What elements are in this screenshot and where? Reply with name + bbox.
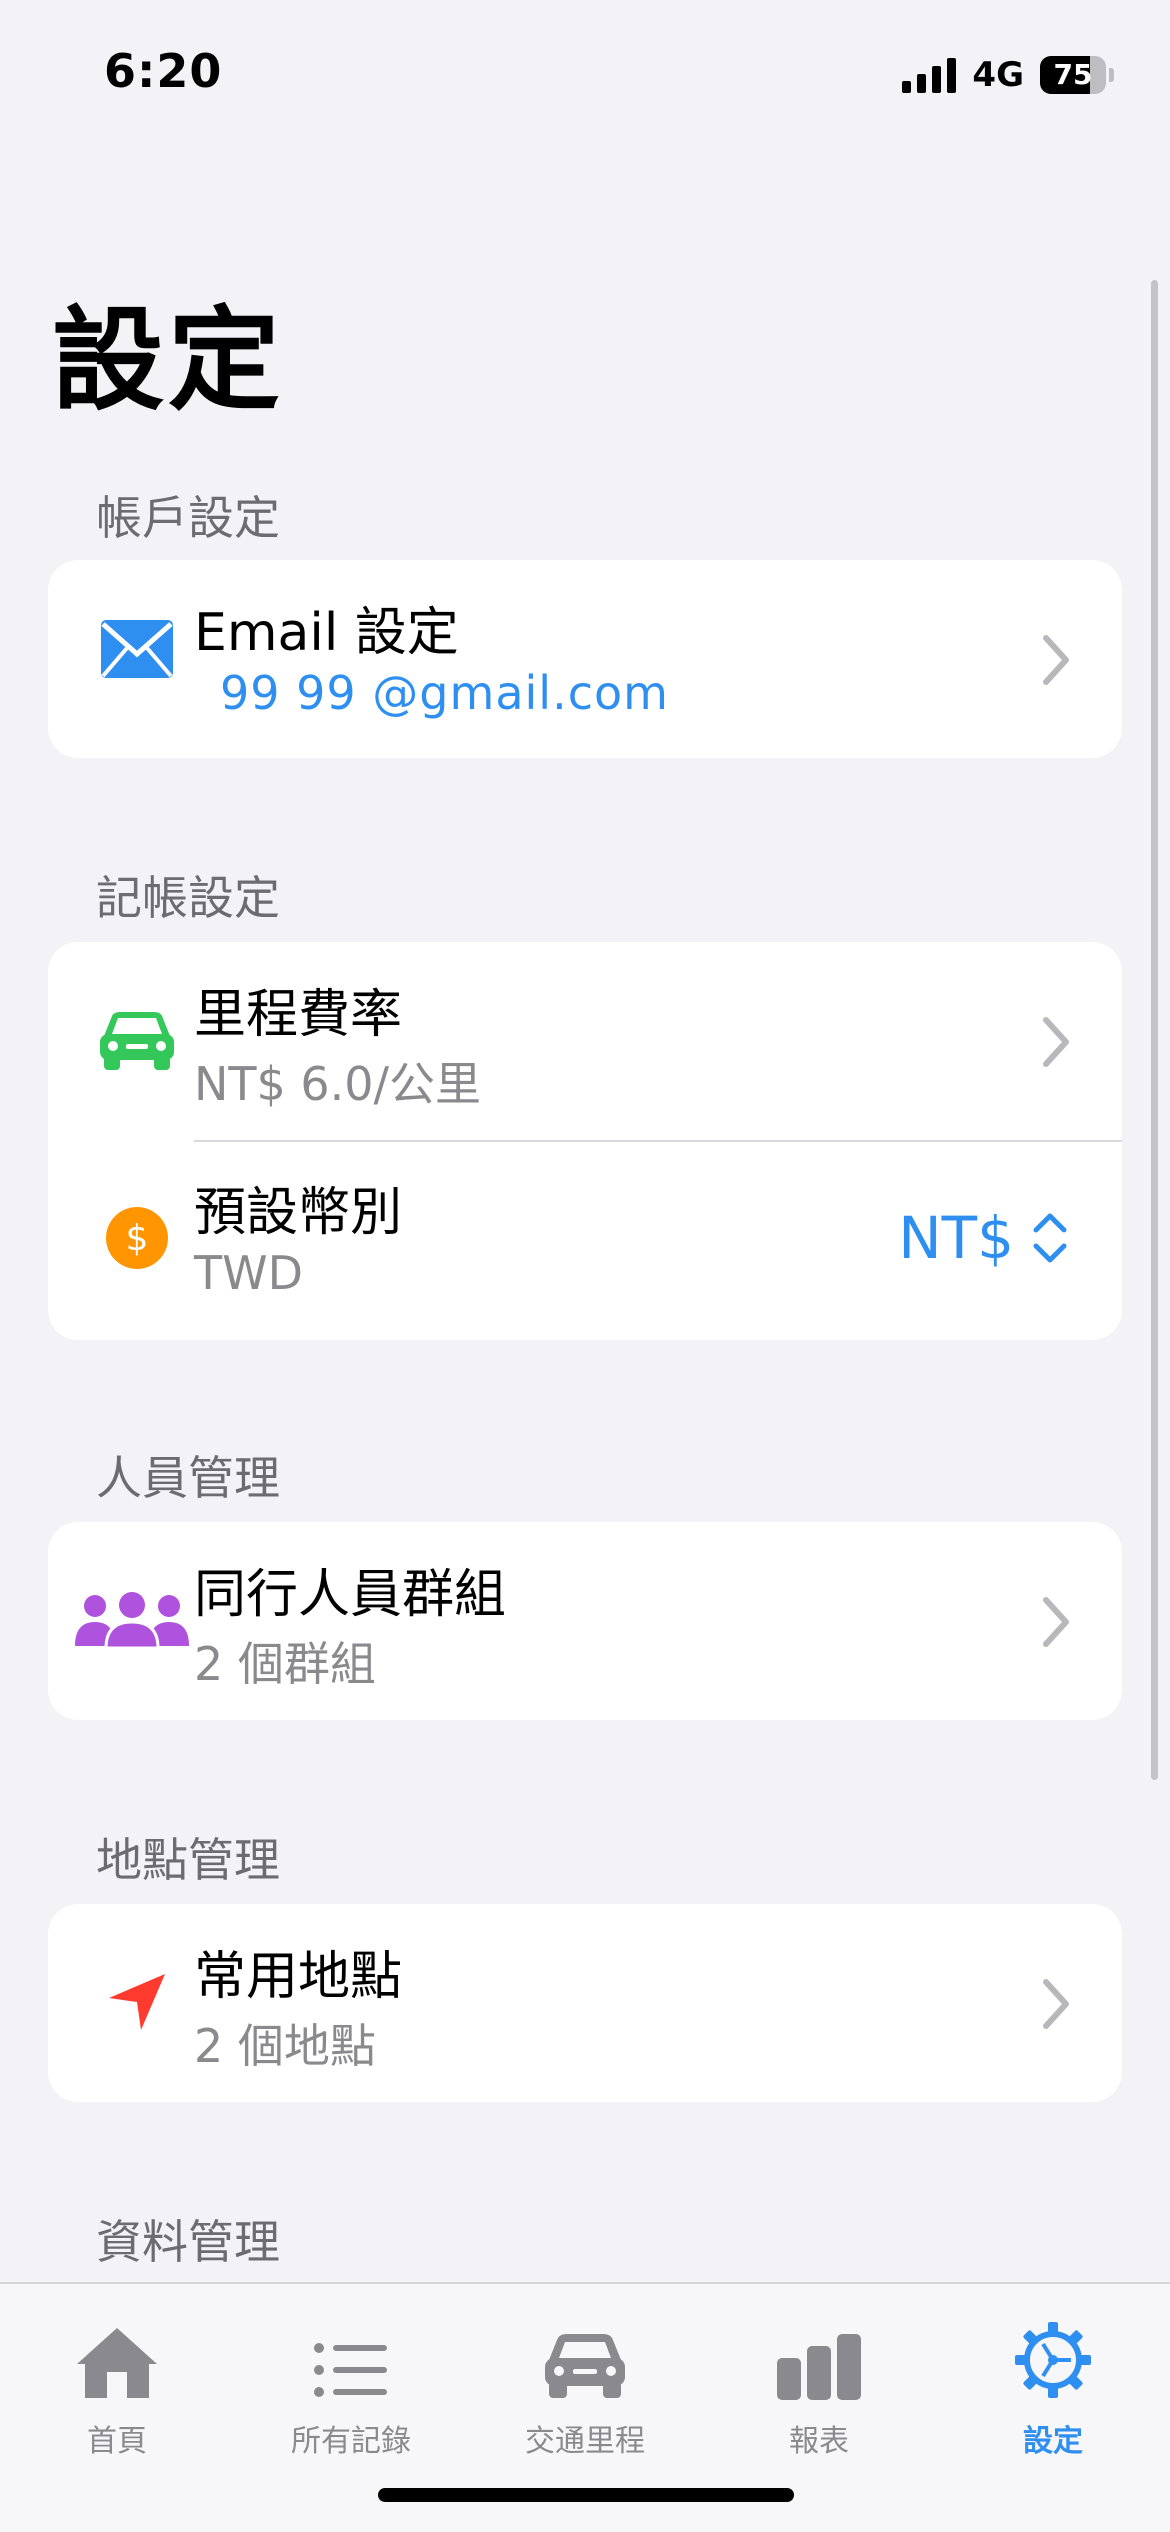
- signal-icon: [902, 57, 957, 93]
- companion-groups-row[interactable]: 同行人員群組 2 個群組: [48, 1522, 1122, 1720]
- card-places: 常用地點 2 個地點: [48, 1904, 1122, 2102]
- frequent-places-row[interactable]: 常用地點 2 個地點: [48, 1904, 1122, 2102]
- page-title: 設定: [52, 296, 284, 426]
- section-header-account: 帳戶設定: [96, 491, 280, 545]
- section-header-bookkeeping: 記帳設定: [96, 871, 280, 925]
- tab-all-records[interactable]: 所有記錄: [234, 2300, 468, 2470]
- chevron-right-icon: [1043, 1017, 1069, 1067]
- people-icon: [72, 1592, 192, 1648]
- mileage-rate-value: NT$ 6.0/公里: [194, 1057, 482, 1111]
- default-currency-code: TWD: [194, 1246, 304, 1300]
- tab-label: 首頁: [87, 2424, 147, 2459]
- card-account: Email 設定 99 99 @gmail.com: [48, 560, 1122, 758]
- tab-label: 所有記錄: [291, 2424, 411, 2459]
- gear-icon: [936, 2300, 1170, 2400]
- mileage-rate-row[interactable]: 里程費率 NT$ 6.0/公里: [48, 942, 1122, 1140]
- section-header-people: 人員管理: [96, 1451, 280, 1505]
- battery-level: 75: [1053, 58, 1093, 91]
- status-time: 6:20: [104, 44, 223, 98]
- frequent-places-count: 2 個地點: [194, 2019, 376, 2073]
- tab-home[interactable]: 首頁: [0, 2300, 234, 2470]
- tab-mileage[interactable]: 交通里程: [468, 2300, 702, 2470]
- chevron-up-down-icon: [1033, 1213, 1067, 1263]
- section-header-data: 資料管理: [96, 2215, 280, 2269]
- tab-label: 交通里程: [525, 2424, 645, 2459]
- status-indicators: 4G 75: [902, 52, 1114, 98]
- battery-icon: 75: [1040, 56, 1114, 94]
- card-people: 同行人員群組 2 個群組: [48, 1522, 1122, 1720]
- bar-chart-icon: [702, 2300, 936, 2400]
- tab-settings[interactable]: 設定: [936, 2300, 1170, 2470]
- house-icon: [0, 2300, 234, 2400]
- section-header-places: 地點管理: [96, 1833, 280, 1887]
- car-icon: [468, 2300, 702, 2400]
- tab-reports[interactable]: 報表: [702, 2300, 936, 2470]
- currency-picker[interactable]: NT$: [898, 1204, 1068, 1272]
- tab-label: 設定: [1023, 2424, 1083, 2459]
- chevron-right-icon: [1043, 1979, 1069, 2029]
- network-type: 4G: [972, 55, 1024, 95]
- companion-groups-title: 同行人員群組: [194, 1565, 507, 1625]
- email-address: 99 99 @gmail.com: [220, 666, 669, 720]
- email-settings-title: Email 設定: [194, 603, 459, 663]
- mileage-rate-title: 里程費率: [194, 985, 403, 1045]
- card-bookkeeping: 里程費率 NT$ 6.0/公里 $ 預設幣別 TWD NT$: [48, 942, 1122, 1340]
- car-icon: [92, 1010, 182, 1072]
- home-indicator: [378, 2488, 794, 2502]
- chevron-right-icon: [1043, 635, 1069, 685]
- envelope-icon: [92, 618, 182, 680]
- frequent-places-title: 常用地點: [194, 1947, 403, 2007]
- status-bar: 6:20 4G 75: [0, 0, 1170, 150]
- chevron-right-icon: [1043, 1597, 1069, 1647]
- scroll-indicator[interactable]: [1151, 280, 1158, 1780]
- location-arrow-icon: [92, 1972, 182, 2032]
- list-icon: [234, 2300, 468, 2400]
- companion-groups-count: 2 個群組: [194, 1637, 376, 1691]
- svg-text:$: $: [126, 1218, 149, 1259]
- default-currency-row[interactable]: $ 預設幣別 TWD NT$: [48, 1140, 1122, 1338]
- tab-label: 報表: [789, 2424, 849, 2459]
- email-settings-row[interactable]: Email 設定 99 99 @gmail.com: [48, 560, 1122, 758]
- currency-selected: NT$: [898, 1204, 1014, 1272]
- default-currency-title: 預設幣別: [194, 1183, 403, 1243]
- dollar-circle-icon: $: [92, 1206, 182, 1270]
